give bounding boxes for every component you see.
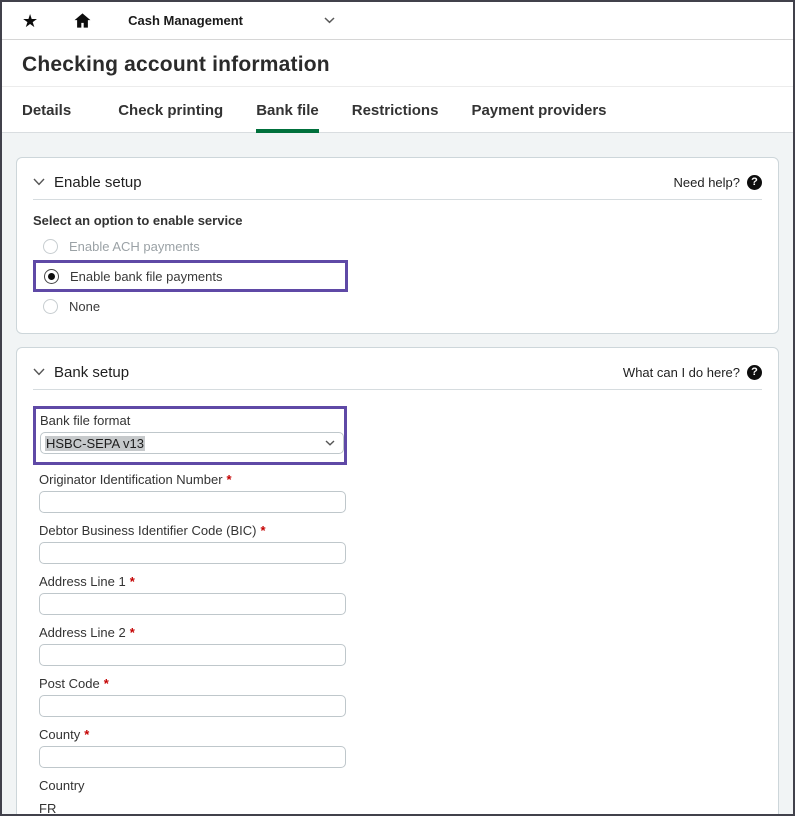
debtor-bic-input[interactable] — [39, 542, 346, 564]
bank-file-format-label: Bank file format — [40, 413, 341, 429]
top-bar: ★ Cash Management — [2, 2, 793, 40]
section-title: Enable setup — [54, 174, 142, 191]
chevron-down-icon — [325, 440, 335, 446]
radio-selected-icon — [44, 269, 59, 284]
field-label-text: Address Line 2 — [39, 625, 126, 640]
field-label-text: County — [39, 727, 80, 742]
field-label: Originator Identification Number * — [39, 472, 762, 488]
radio-group-label: Select an option to enable service — [33, 213, 762, 228]
field-address-line-2: Address Line 2 * — [39, 625, 762, 666]
originator-id-input[interactable] — [39, 491, 346, 513]
page-content: Enable setup Need help? ? Select an opti… — [2, 133, 793, 814]
field-label: County * — [39, 727, 762, 743]
section-title: Bank setup — [54, 364, 129, 381]
country-value: FR — [39, 801, 762, 814]
bank-setup-section: Bank setup What can I do here? ? Bank fi… — [16, 347, 779, 814]
field-originator-id: Originator Identification Number * — [39, 472, 762, 513]
radio-unselected-icon — [43, 239, 58, 254]
help-question-icon[interactable]: ? — [747, 175, 762, 190]
required-asterisk: * — [130, 625, 135, 640]
help-question-icon[interactable]: ? — [747, 365, 762, 380]
enable-setup-section: Enable setup Need help? ? Select an opti… — [16, 157, 779, 334]
radio-option-ach[interactable]: Enable ACH payments — [33, 233, 762, 259]
tab-payment-providers[interactable]: Payment providers — [471, 87, 606, 133]
annotation-highlight-bank-file-option: Enable bank file payments — [33, 260, 348, 292]
radio-label: None — [69, 299, 100, 314]
field-label: Address Line 1 * — [39, 574, 762, 590]
selected-format-value: HSBC-SEPA v13 — [45, 436, 145, 451]
header-divider — [33, 199, 762, 200]
field-label-text: Originator Identification Number — [39, 472, 223, 487]
header-divider — [33, 389, 762, 390]
chevron-down-icon — [33, 178, 45, 186]
bank-setup-header[interactable]: Bank setup What can I do here? ? — [33, 362, 762, 382]
country-label: Country — [39, 778, 762, 794]
field-country-readonly: Country FR — [39, 778, 762, 814]
field-debtor-bic: Debtor Business Identifier Code (BIC) * — [39, 523, 762, 564]
field-post-code: Post Code * — [39, 676, 762, 717]
tab-restrictions[interactable]: Restrictions — [352, 87, 439, 133]
bank-file-format-select[interactable]: HSBC-SEPA v13 — [40, 432, 344, 454]
field-label-text: Post Code — [39, 676, 100, 691]
radio-option-bank-file[interactable]: Enable bank file payments — [36, 263, 345, 289]
radio-option-none[interactable]: None — [33, 293, 762, 319]
required-asterisk: * — [104, 676, 109, 691]
field-address-line-1: Address Line 1 * — [39, 574, 762, 615]
required-asterisk: * — [227, 472, 232, 487]
radio-label: Enable bank file payments — [70, 269, 222, 284]
address-line-1-input[interactable] — [39, 593, 346, 615]
tab-bank-file[interactable]: Bank file — [256, 87, 319, 133]
radio-label: Enable ACH payments — [69, 239, 200, 254]
field-label: Post Code * — [39, 676, 762, 692]
field-label-text: Debtor Business Identifier Code (BIC) — [39, 523, 256, 538]
required-asterisk: * — [130, 574, 135, 589]
field-label-text: Address Line 1 — [39, 574, 126, 589]
need-help-label: Need help? — [674, 175, 741, 190]
home-icon[interactable] — [73, 11, 92, 30]
page-header: Checking account information — [2, 40, 793, 87]
radio-unselected-icon — [43, 299, 58, 314]
app-window: ★ Cash Management Checking account infor… — [0, 0, 795, 816]
chevron-down-icon — [33, 368, 45, 376]
field-label: Debtor Business Identifier Code (BIC) * — [39, 523, 762, 539]
tab-details[interactable]: Details — [22, 87, 71, 133]
chevron-down-icon[interactable] — [324, 17, 335, 24]
field-label: Address Line 2 * — [39, 625, 762, 641]
tab-bar: Details Check printing Bank file Restric… — [2, 87, 793, 133]
enable-setup-header[interactable]: Enable setup Need help? ? — [33, 172, 762, 192]
what-can-i-do-here-link[interactable]: What can I do here? ? — [623, 365, 762, 380]
annotation-highlight-bank-file-format: Bank file format HSBC-SEPA v13 — [33, 406, 347, 465]
favorite-star-icon[interactable]: ★ — [22, 12, 38, 30]
required-asterisk: * — [84, 727, 89, 742]
address-line-2-input[interactable] — [39, 644, 346, 666]
tab-check-printing[interactable]: Check printing — [118, 87, 223, 133]
app-menu-cash-management[interactable]: Cash Management — [128, 13, 324, 28]
page-title: Checking account information — [22, 53, 773, 77]
need-help-link[interactable]: Need help? ? — [674, 175, 763, 190]
county-input[interactable] — [39, 746, 346, 768]
field-county: County * — [39, 727, 762, 768]
post-code-input[interactable] — [39, 695, 346, 717]
bank-setup-fields: Originator Identification Number * Debtor… — [39, 472, 762, 768]
what-can-i-do-here-label: What can I do here? — [623, 365, 740, 380]
required-asterisk: * — [260, 523, 265, 538]
